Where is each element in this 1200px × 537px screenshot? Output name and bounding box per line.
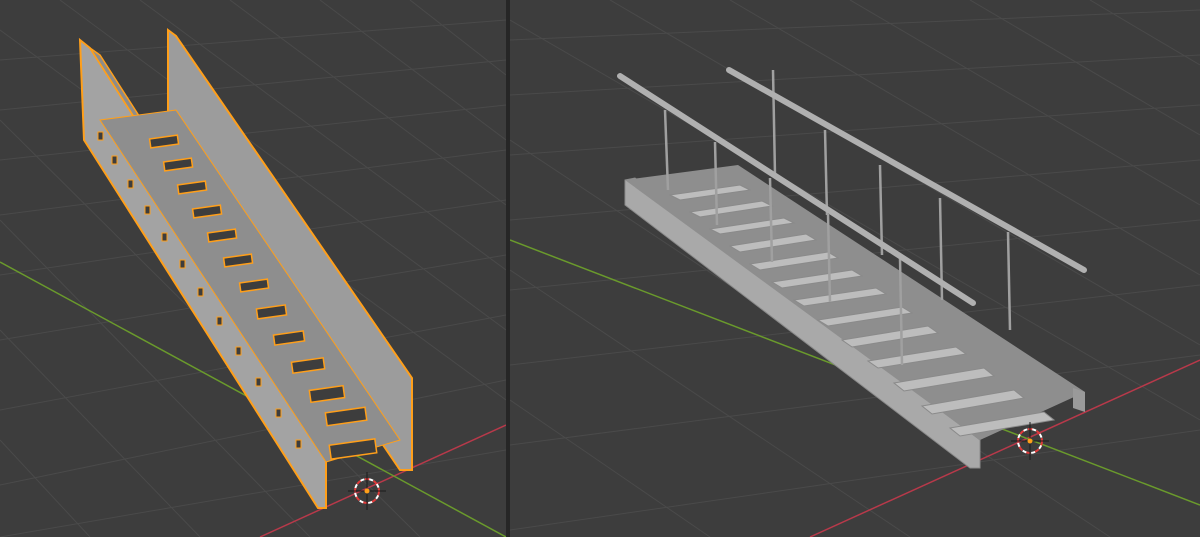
stair-stringer-model[interactable] [78,28,413,509]
origin-dot-icon [364,488,370,494]
viewport-left-canvas[interactable] [0,0,506,537]
viewport-right[interactable] [510,0,1200,537]
origin-dot-icon [1027,438,1033,444]
viewport-right-canvas[interactable] [510,0,1200,537]
3d-cursor-icon [1011,422,1049,460]
viewport-left[interactable] [0,0,506,537]
3d-cursor-icon [348,472,386,510]
